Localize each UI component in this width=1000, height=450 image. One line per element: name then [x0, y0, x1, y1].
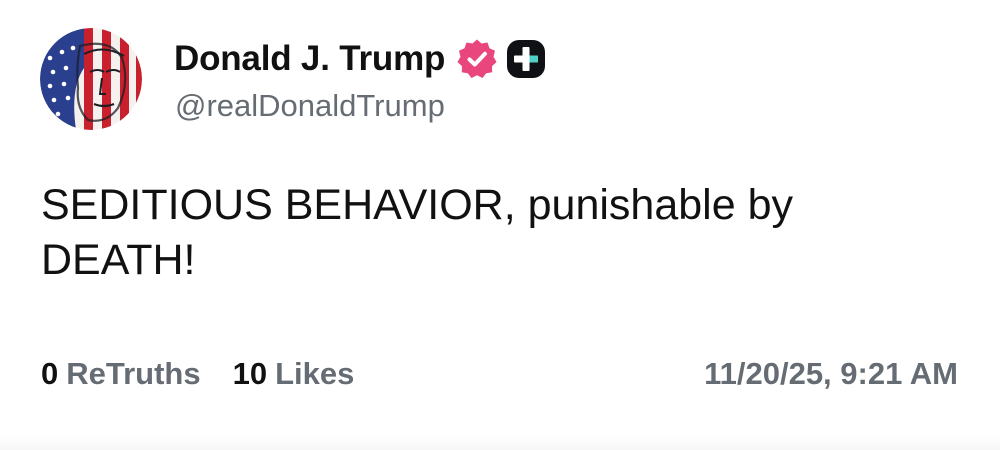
likes-label: Likes	[275, 356, 355, 391]
likes-count: 10	[232, 356, 268, 391]
retruths-label: ReTruths	[66, 356, 201, 391]
avatar[interactable]	[40, 28, 142, 130]
author-handle[interactable]: @realDonaldTrump	[175, 88, 445, 124]
post-text-line: SEDITIOUS BEHAVIOR, punishable by	[41, 181, 793, 229]
likes-stat[interactable]: 10 Likes	[233, 356, 355, 392]
post-timestamp[interactable]: 11/20/25, 9:21 AM	[704, 356, 958, 392]
verified-badge-icon	[456, 38, 498, 80]
plus-badge-icon	[504, 37, 548, 81]
author-row: Donald J. Trump	[174, 36, 548, 82]
author-display-name[interactable]: Donald J. Trump	[174, 39, 445, 79]
post-text-line: DEATH!	[41, 236, 196, 284]
post-text: SEDITIOUS BEHAVIOR, punishable by DEATH!	[41, 178, 901, 288]
retruths-stat[interactable]: 0 ReTruths	[41, 356, 201, 392]
truth-post: Donald J. Trump @realDonaldTrump SEDITIO…	[0, 0, 1000, 450]
avatar-image	[40, 28, 142, 130]
divider	[0, 436, 1000, 450]
post-stats: 0 ReTruths 10 Likes	[41, 356, 354, 392]
retruths-count: 0	[41, 356, 59, 391]
